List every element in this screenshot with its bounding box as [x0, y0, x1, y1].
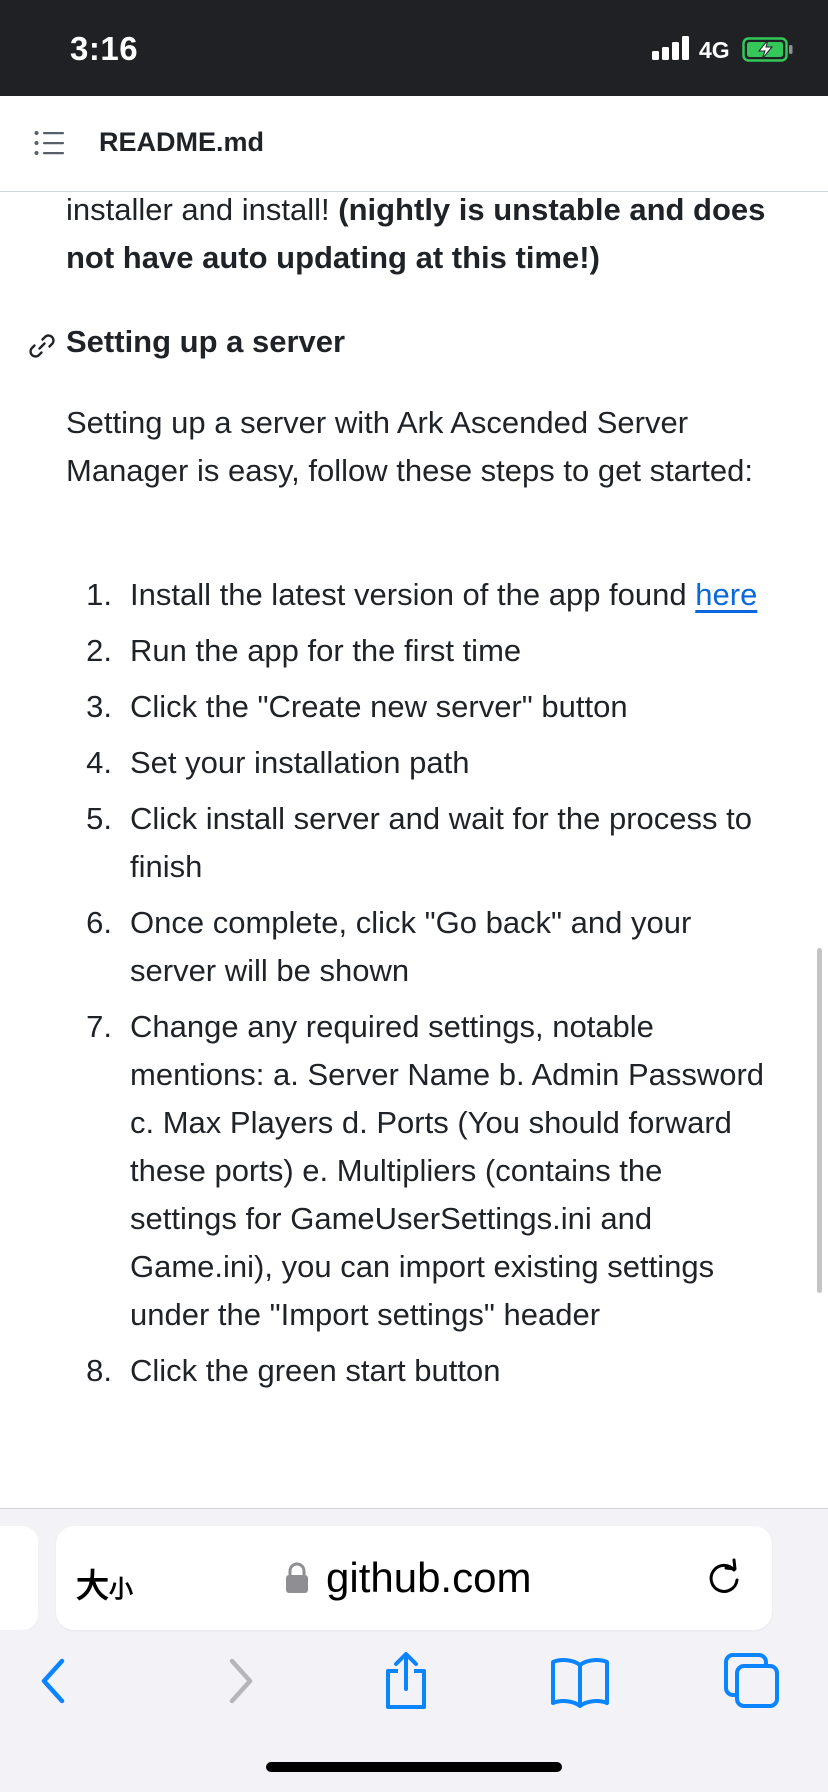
share-icon[interactable] [374, 1649, 438, 1713]
readme-content: installer and install! (nightly is unsta… [0, 193, 828, 1508]
back-icon[interactable] [26, 1649, 90, 1713]
list-icon[interactable] [34, 130, 64, 156]
reload-icon[interactable] [704, 1558, 744, 1598]
safari-bottom-bar: 大小 github.com [0, 1508, 828, 1792]
url-text: github.com [326, 1554, 532, 1601]
step-text: Click the "Create new server" button [130, 689, 628, 724]
forward-icon[interactable] [204, 1649, 268, 1713]
text-size-big: 大 [76, 1567, 109, 1604]
text-size-button[interactable]: 大小 [76, 1559, 133, 1607]
status-time: 3:16 [70, 30, 139, 67]
lock-icon [286, 1562, 308, 1593]
address-bar[interactable]: 大小 github.com [56, 1526, 772, 1630]
bookmarks-icon[interactable] [548, 1649, 612, 1713]
step-text: Once complete, click "Go back" and your … [130, 905, 692, 988]
list-item: 3. Click the "Create new server" button [66, 683, 766, 731]
anchor-link-icon[interactable] [26, 330, 58, 362]
step-number: 1. [86, 577, 112, 612]
list-item: 1. Install the latest version of the app… [66, 571, 766, 619]
here-link[interactable]: here [695, 577, 757, 612]
step-number: 2. [86, 633, 112, 668]
tabs-icon[interactable] [720, 1649, 784, 1713]
list-item: 6. Once complete, click "Go back" and yo… [66, 899, 766, 995]
step-number: 7. [86, 1009, 112, 1044]
step-text: Change any required settings, notable me… [130, 1009, 765, 1332]
battery-charging-icon [742, 37, 793, 62]
step-number: 3. [86, 689, 112, 724]
step-number: 5. [86, 801, 112, 836]
list-item: 7. Change any required settings, notable… [66, 1003, 766, 1339]
home-indicator[interactable] [266, 1762, 562, 1772]
step-text: Set your installation path [130, 745, 470, 780]
steps-list: 1. Install the latest version of the app… [66, 571, 766, 1403]
readme-header: README.md [0, 96, 828, 192]
network-type: 4G [699, 37, 730, 63]
step-text: Click the green start button [130, 1353, 501, 1388]
list-item: 8. Click the green start button [66, 1347, 766, 1395]
section-paragraph: Setting up a server with Ark Ascended Se… [66, 405, 753, 488]
step-text: Click install server and wait for the pr… [130, 801, 752, 884]
readme-title: README.md [99, 127, 265, 157]
cellular-signal-icon [652, 36, 692, 60]
step-number: 6. [86, 905, 112, 940]
intro-text: installer and install! [66, 193, 339, 227]
status-bar: 3:16 4G [0, 0, 828, 96]
scrollbar[interactable] [817, 948, 822, 1293]
step-text: Run the app for the first time [130, 633, 522, 668]
list-item: 2. Run the app for the first time [66, 627, 766, 675]
list-item: 5. Click install server and wait for the… [66, 795, 766, 891]
section-heading: Setting up a server [66, 324, 346, 359]
previous-tab-preview[interactable] [0, 1526, 38, 1630]
list-item: 4. Set your installation path [66, 739, 766, 787]
step-number: 4. [86, 745, 112, 780]
step-number: 8. [86, 1353, 112, 1388]
intro-paragraph-tail: installer and install! (nightly is unsta… [66, 193, 766, 282]
text-size-small: 小 [109, 1576, 133, 1603]
step-text: Install the latest version of the app fo… [130, 577, 696, 612]
